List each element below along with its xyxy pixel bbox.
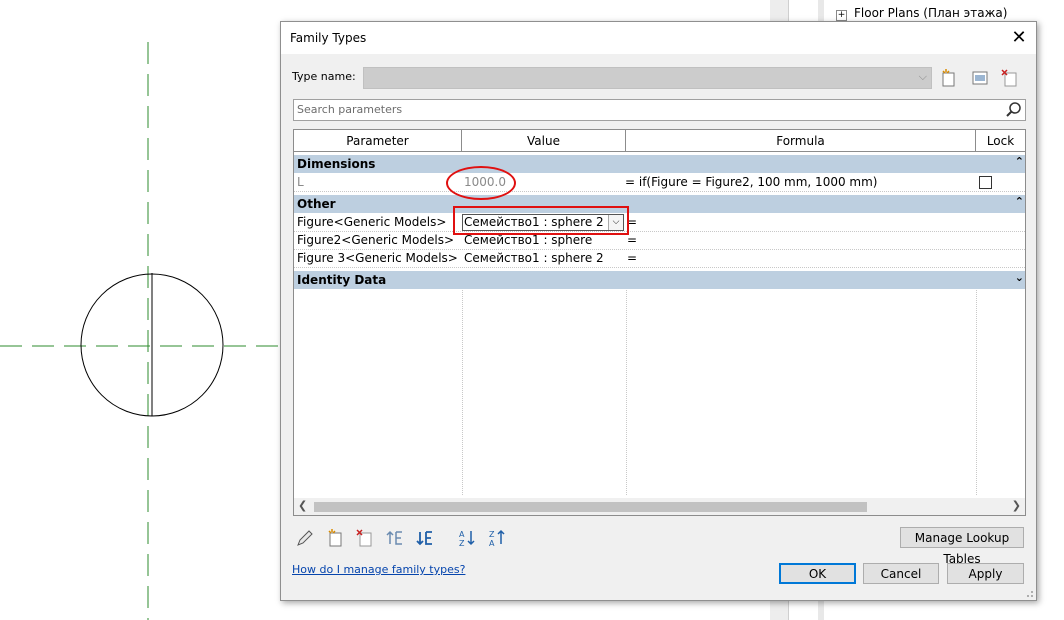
- chevron-down-icon: ⌵: [918, 70, 927, 83]
- svg-text:Z: Z: [489, 530, 495, 539]
- rename-type-icon[interactable]: [970, 68, 990, 88]
- param-name: L: [297, 175, 304, 189]
- type-name-dropdown[interactable]: ⌵: [363, 67, 932, 89]
- annotation-rectangle: [453, 206, 629, 235]
- svg-text:A: A: [489, 539, 495, 548]
- resize-grip-icon[interactable]: [1024, 588, 1034, 598]
- ok-button[interactable]: OK: [779, 563, 856, 584]
- group-label: Dimensions: [297, 157, 376, 171]
- param-value[interactable]: Семейство1 : sphere 2: [464, 249, 604, 267]
- param-formula[interactable]: = if(Figure = Figure2, 100 mm, 1000 mm): [625, 173, 877, 191]
- sort-descending-icon[interactable]: Z A: [487, 528, 507, 548]
- edit-parameter-icon[interactable]: [295, 528, 315, 548]
- cancel-button[interactable]: Cancel: [863, 563, 939, 584]
- scroll-right-icon[interactable]: ❯: [1012, 499, 1021, 512]
- group-label: Identity Data: [297, 273, 387, 287]
- move-up-icon[interactable]: [385, 528, 405, 548]
- parameters-grid: Parameter Value Formula Lock Dimensions …: [293, 129, 1026, 516]
- delete-parameter-icon[interactable]: [355, 528, 375, 548]
- column-divider: [462, 280, 463, 495]
- group-identity-data[interactable]: Identity Data ⌄: [294, 271, 1025, 289]
- expand-icon[interactable]: +: [836, 10, 847, 21]
- new-type-icon[interactable]: [939, 68, 959, 88]
- dialog-titlebar[interactable]: Family Types ✕: [281, 22, 1036, 54]
- horizontal-scrollbar[interactable]: ❮ ❯: [294, 498, 1025, 515]
- drawing-canvas[interactable]: [0, 0, 280, 620]
- param-name: Figure 3<Generic Models>: [297, 251, 458, 265]
- scroll-thumb[interactable]: [314, 502, 867, 512]
- search-icon[interactable]: [1005, 101, 1023, 119]
- column-divider: [626, 280, 627, 495]
- table-row[interactable]: L 1000.0 = if(Figure = Figure2, 100 mm, …: [294, 173, 1025, 192]
- column-header-lock[interactable]: Lock: [976, 130, 1025, 152]
- new-parameter-icon[interactable]: [325, 528, 345, 548]
- type-name-label: Type name:: [292, 70, 356, 83]
- param-name: Figure<Generic Models>: [297, 215, 447, 229]
- collapse-icon[interactable]: ⌃: [1015, 153, 1024, 171]
- param-formula[interactable]: =: [627, 249, 637, 267]
- apply-button[interactable]: Apply: [947, 563, 1024, 584]
- help-link[interactable]: How do I manage family types?: [292, 563, 465, 576]
- table-row[interactable]: Figure 3<Generic Models> Семейство1 : sp…: [294, 249, 1025, 268]
- close-icon[interactable]: ✕: [1002, 22, 1036, 54]
- dialog-title: Family Types: [290, 31, 367, 45]
- group-label: Other: [297, 197, 336, 211]
- table-row[interactable]: Figure2<Generic Models> Семейство1 : sph…: [294, 231, 1025, 250]
- group-dimensions[interactable]: Dimensions ⌃: [294, 155, 1025, 173]
- manage-lookup-tables-button[interactable]: Manage Lookup Tables: [900, 527, 1024, 566]
- column-divider: [976, 280, 977, 495]
- sort-ascending-icon[interactable]: A Z: [457, 528, 477, 548]
- table-row[interactable]: Figure<Generic Models> Семейство1 : sphe…: [294, 213, 1025, 232]
- column-header-value[interactable]: Value: [462, 130, 626, 152]
- browser-item-floor-plans[interactable]: Floor Plans (План этажа): [854, 6, 1007, 20]
- delete-type-icon[interactable]: [1000, 68, 1020, 88]
- scroll-left-icon[interactable]: ❮: [298, 499, 307, 512]
- collapse-icon[interactable]: ⌃: [1015, 193, 1024, 211]
- column-header-parameter[interactable]: Parameter: [294, 130, 462, 152]
- column-header-formula[interactable]: Formula: [626, 130, 976, 152]
- move-down-icon[interactable]: [415, 528, 435, 548]
- search-parameters-input[interactable]: Search parameters: [293, 99, 1026, 121]
- search-placeholder: Search parameters: [297, 103, 403, 116]
- lock-checkbox[interactable]: [979, 176, 992, 189]
- svg-text:Z: Z: [459, 539, 465, 548]
- group-other[interactable]: Other ⌃: [294, 195, 1025, 213]
- annotation-ellipse: [446, 166, 516, 200]
- family-types-dialog: Family Types ✕ Type name: ⌵ Search param…: [280, 21, 1037, 601]
- svg-text:A: A: [459, 530, 465, 539]
- param-name: Figure2<Generic Models>: [297, 233, 455, 247]
- expand-icon[interactable]: ⌄: [1015, 269, 1024, 287]
